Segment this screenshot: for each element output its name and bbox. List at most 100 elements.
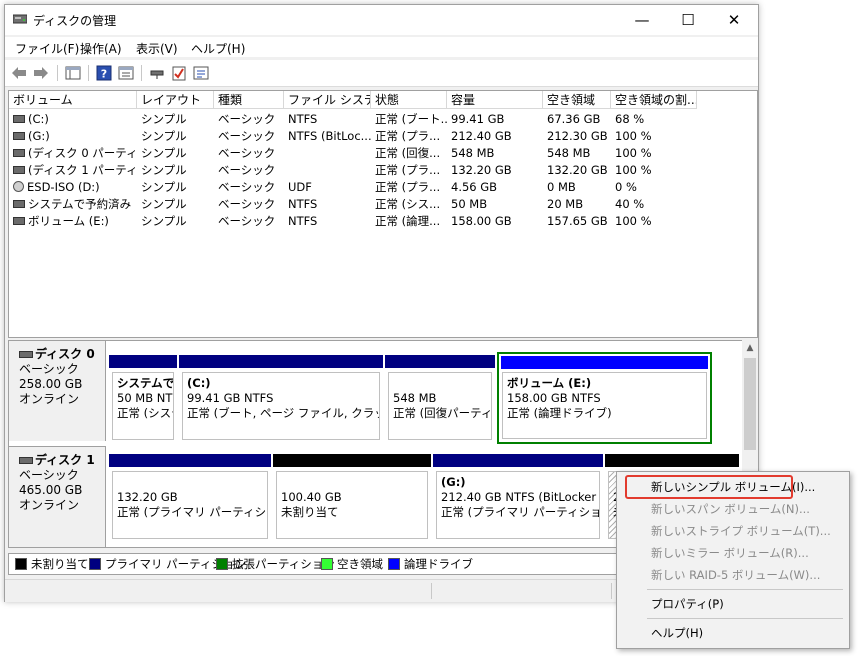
maximize-button[interactable]: ☐ bbox=[665, 5, 711, 35]
disk-status: オンライン bbox=[19, 498, 80, 512]
toolbar-separator bbox=[88, 65, 89, 81]
column-header-layout[interactable]: レイアウト bbox=[137, 91, 214, 109]
cell-text: 正常 (ブート... bbox=[375, 112, 447, 126]
properties-button[interactable] bbox=[117, 64, 135, 82]
partition-size: 99.41 GB NTFS bbox=[187, 391, 274, 405]
volume-name-cell[interactable]: ボリューム (E:) bbox=[13, 213, 137, 230]
legend-swatch bbox=[216, 557, 228, 570]
volume-name-cell[interactable]: (ディスク 0 パーティシ... bbox=[13, 145, 137, 162]
partition-c[interactable]: (C:) 99.41 GB NTFS 正常 (ブート, ページ ファイル, クラ… bbox=[179, 355, 383, 443]
volume-name-cell[interactable]: (C:) bbox=[13, 111, 137, 128]
partition-details: システムで予 50 MB NTFS 正常 (システ bbox=[112, 372, 174, 440]
cell-text: 50 MB bbox=[451, 197, 488, 211]
cell-text: ベーシック bbox=[218, 146, 276, 160]
table-cell: 正常 (ブート... bbox=[375, 111, 447, 128]
back-button[interactable] bbox=[10, 64, 28, 82]
partition-recovery[interactable]: 548 MB 正常 (回復パーティシ bbox=[385, 355, 495, 443]
disk-status: オンライン bbox=[19, 392, 80, 406]
column-header-percent-free[interactable]: 空き領域の割... bbox=[611, 91, 697, 109]
partition-title bbox=[393, 376, 487, 391]
cell-text: 99.41 GB bbox=[451, 112, 505, 126]
partition-type-bar bbox=[385, 355, 495, 368]
settings-button[interactable] bbox=[192, 64, 210, 82]
partition-g[interactable]: (G:) 212.40 GB NTFS (BitLocker で暗 正常 (プラ… bbox=[433, 454, 603, 542]
partition-type-bar bbox=[179, 355, 383, 368]
status-separator bbox=[611, 583, 612, 599]
menu-item-new-striped-volume[interactable]: 新しいストライプ ボリューム(T)... bbox=[618, 520, 846, 542]
show-hide-console-tree-icon bbox=[65, 66, 81, 80]
legend-item-extended: 拡張パーティション bbox=[216, 557, 335, 571]
menu-item-new-spanned-volume[interactable]: 新しいスパン ボリューム(N)... bbox=[618, 498, 846, 520]
menu-item-new-raid5-volume[interactable]: 新しい RAID-5 ボリューム(W)... bbox=[618, 564, 846, 586]
show-hide-console-tree-button[interactable] bbox=[64, 64, 82, 82]
check-button[interactable] bbox=[170, 64, 188, 82]
volume-icon bbox=[13, 216, 25, 225]
table-cell: ベーシック bbox=[218, 213, 284, 230]
table-cell: 100 % bbox=[615, 213, 695, 230]
table-cell: 68 % bbox=[615, 111, 695, 128]
cell-text: ベーシック bbox=[218, 214, 276, 228]
column-header-free-space[interactable]: 空き領域 bbox=[543, 91, 611, 109]
column-header-type[interactable]: 種類 bbox=[214, 91, 284, 109]
forward-button[interactable] bbox=[32, 64, 50, 82]
cell-text: シンプル bbox=[141, 146, 187, 160]
table-cell: 4.56 GB bbox=[451, 179, 543, 196]
title-bar: ディスクの管理 — ☐ ✕ bbox=[5, 5, 758, 35]
table-cell: 0 MB bbox=[547, 179, 611, 196]
connect-button[interactable] bbox=[148, 64, 166, 82]
volume-name-cell[interactable]: システムで予約済み bbox=[13, 196, 137, 213]
cell-text: NTFS bbox=[288, 197, 318, 211]
cell-text: (C:) bbox=[28, 112, 49, 126]
table-cell: NTFS (BitLoc... bbox=[288, 128, 371, 145]
menu-view[interactable]: 表示(V) bbox=[136, 40, 178, 57]
legend-swatch bbox=[89, 557, 101, 570]
partition-e[interactable]: ボリューム (E:) 158.00 GB NTFS 正常 (論理ドライブ) bbox=[497, 352, 712, 444]
close-button[interactable]: ✕ bbox=[711, 5, 757, 35]
menu-action[interactable]: 操作(A) bbox=[80, 40, 122, 57]
partition-type-bar bbox=[605, 454, 739, 467]
scroll-up-icon[interactable]: ▲ bbox=[742, 340, 758, 356]
legend-label: 空き領域 bbox=[337, 557, 383, 571]
partition-disk1-primary[interactable]: 132.20 GB 正常 (プライマリ パーティション) bbox=[109, 454, 271, 542]
partition-size: 212.40 GB NTFS (BitLocker で暗 bbox=[441, 490, 599, 504]
cell-text: シンプル bbox=[141, 112, 187, 126]
partition-unallocated[interactable]: 100.40 GB 未割り当て bbox=[273, 454, 431, 542]
volume-name-cell[interactable]: (G:) bbox=[13, 128, 137, 145]
menu-item-help[interactable]: ヘルプ(H) bbox=[618, 622, 846, 644]
table-cell: 548 MB bbox=[451, 145, 543, 162]
table-cell: 100 % bbox=[615, 145, 695, 162]
help-icon: ? bbox=[96, 65, 112, 81]
disk-size: 258.00 GB bbox=[19, 377, 83, 391]
column-header-capacity[interactable]: 容量 bbox=[447, 91, 543, 109]
cell-text: 67.36 GB bbox=[547, 112, 601, 126]
cell-text: シンプル bbox=[141, 180, 187, 194]
disk-1-label[interactable]: ディスク 1 ベーシック 465.00 GB オンライン bbox=[9, 446, 106, 547]
menu-item-properties[interactable]: プロパティ(P) bbox=[618, 593, 846, 615]
minimize-button[interactable]: — bbox=[619, 5, 665, 35]
legend-swatch bbox=[15, 557, 27, 570]
menu-help[interactable]: ヘルプ(H) bbox=[191, 40, 245, 57]
svg-text:?: ? bbox=[101, 68, 107, 81]
cell-text: 4.56 GB bbox=[451, 180, 498, 194]
menu-file[interactable]: ファイル(F) bbox=[15, 40, 79, 57]
cell-text: シンプル bbox=[141, 129, 187, 143]
partition-system-reserved[interactable]: システムで予 50 MB NTFS 正常 (システ bbox=[109, 355, 177, 443]
table-cell: シンプル bbox=[141, 145, 214, 162]
menu-item-new-mirrored-volume[interactable]: 新しいミラー ボリューム(R)... bbox=[618, 542, 846, 564]
column-header-volume[interactable]: ボリューム bbox=[9, 91, 137, 109]
cell-text: 20 MB bbox=[547, 197, 584, 211]
column-header-file-system[interactable]: ファイル システム bbox=[284, 91, 371, 109]
volume-name-cell[interactable]: ESD-ISO (D:) bbox=[13, 179, 137, 196]
disk-0-label[interactable]: ディスク 0 ベーシック 258.00 GB オンライン bbox=[9, 341, 106, 441]
volume-list[interactable]: ボリューム レイアウト 種類 ファイル システム 状態 容量 空き領域 空き領域… bbox=[8, 90, 758, 338]
help-button[interactable]: ? bbox=[95, 64, 113, 82]
column-header-status[interactable]: 状態 bbox=[371, 91, 447, 109]
volume-name-cell[interactable]: (ディスク 1 パーティシ... bbox=[13, 162, 137, 179]
cell-text: 正常 (プラ... bbox=[375, 180, 441, 194]
partition-status: 正常 (論理ドライブ) bbox=[507, 406, 612, 420]
table-cell: ベーシック bbox=[218, 145, 284, 162]
scroll-thumb[interactable] bbox=[744, 358, 756, 450]
settings-icon bbox=[193, 66, 209, 80]
cell-text: 158.00 GB bbox=[451, 214, 512, 228]
properties-icon bbox=[118, 66, 134, 80]
